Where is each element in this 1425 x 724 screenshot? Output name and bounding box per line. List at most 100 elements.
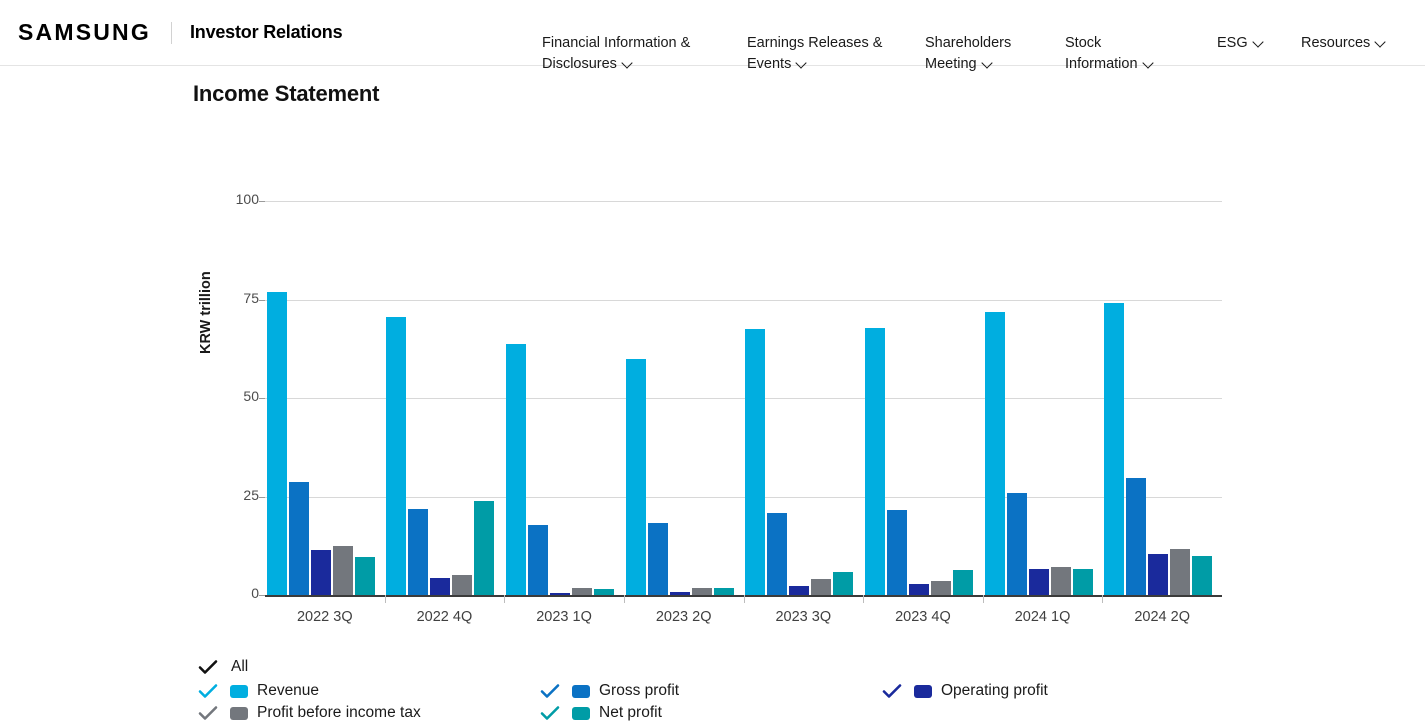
bar[interactable] <box>931 581 951 595</box>
x-tick-label: 2024 1Q <box>983 609 1103 625</box>
bar-group <box>985 201 1093 595</box>
legend-row: Revenue Gross profit Operating profit <box>198 680 1198 702</box>
x-tick-label: 2023 2Q <box>624 609 744 625</box>
x-tick-mark <box>385 595 386 603</box>
legend-label: Net profit <box>599 704 662 722</box>
bar[interactable] <box>474 501 494 595</box>
bar[interactable] <box>745 329 765 595</box>
brand[interactable]: SAMSUNG Investor Relations <box>18 19 342 46</box>
bar[interactable] <box>267 292 287 595</box>
plot-area <box>265 201 1222 595</box>
bar-group <box>745 201 853 595</box>
bar[interactable] <box>1192 556 1212 595</box>
legend-color-swatch <box>914 685 932 698</box>
x-tick-label: 2023 3Q <box>743 609 863 625</box>
bar[interactable] <box>333 546 353 595</box>
nav-label: Resources <box>1301 35 1370 51</box>
x-tick-mark <box>1102 595 1103 603</box>
bar[interactable] <box>1104 303 1124 595</box>
bar[interactable] <box>811 579 831 595</box>
bar[interactable] <box>452 575 472 595</box>
check-icon <box>198 659 218 675</box>
bar[interactable] <box>714 588 734 595</box>
bar[interactable] <box>430 578 450 595</box>
check-icon <box>882 683 902 699</box>
nav-item-resources[interactable]: Resources <box>1301 12 1421 54</box>
bar[interactable] <box>692 588 712 595</box>
x-tick-mark <box>504 595 505 603</box>
legend-item-profit-before-income-tax[interactable]: Profit before income tax <box>198 704 540 722</box>
bar[interactable] <box>985 312 1005 595</box>
bar[interactable] <box>1051 567 1071 595</box>
bar[interactable] <box>355 557 375 595</box>
bar[interactable] <box>386 317 406 595</box>
bar[interactable] <box>506 344 526 595</box>
y-tick-label: 50 <box>219 388 259 404</box>
bar-group <box>626 201 734 595</box>
bar[interactable] <box>953 570 973 595</box>
y-tick-label: 25 <box>219 487 259 503</box>
bar[interactable] <box>909 584 929 595</box>
chevron-down-icon <box>1375 38 1388 46</box>
bar-group <box>865 201 973 595</box>
legend-row: Profit before income tax Net profit <box>198 702 1198 724</box>
x-tick-label: 2022 3Q <box>265 609 385 625</box>
legend-item-net-profit[interactable]: Net profit <box>540 704 882 722</box>
bar[interactable] <box>865 328 885 595</box>
legend-label: Revenue <box>257 682 319 700</box>
legend-color-swatch <box>230 707 248 720</box>
bar[interactable] <box>767 513 787 595</box>
nav-label: ESG <box>1217 35 1248 51</box>
bar[interactable] <box>1007 493 1027 595</box>
bar[interactable] <box>408 509 428 595</box>
x-tick-label: 2022 4Q <box>384 609 504 625</box>
legend-label: Operating profit <box>941 682 1048 700</box>
bar-group <box>267 201 375 595</box>
bar[interactable] <box>1126 478 1146 595</box>
check-icon <box>540 683 560 699</box>
bar[interactable] <box>528 525 548 595</box>
y-tick-label: 100 <box>219 191 259 207</box>
nav-item-esg[interactable]: ESG <box>1217 12 1301 54</box>
site-header: SAMSUNG Investor Relations Financial Inf… <box>0 0 1425 66</box>
bar[interactable] <box>1073 569 1093 595</box>
x-tick-label: 2023 1Q <box>504 609 624 625</box>
legend-label: Profit before income tax <box>257 704 421 722</box>
legend-all-label: All <box>231 658 248 676</box>
bar[interactable] <box>648 523 668 595</box>
legend-series-rows: Revenue Gross profit Operating profit Profi… <box>198 680 1198 724</box>
legend-item-operating-profit[interactable]: Operating profit <box>882 682 1182 700</box>
y-tick-label: 75 <box>219 290 259 306</box>
samsung-logo: SAMSUNG <box>18 19 151 46</box>
check-icon <box>198 683 218 699</box>
check-icon <box>540 705 560 721</box>
x-tick-mark <box>744 595 745 603</box>
bar[interactable] <box>311 550 331 595</box>
x-tick-label: 2023 4Q <box>863 609 983 625</box>
bar[interactable] <box>789 586 809 595</box>
bar[interactable] <box>1029 569 1049 595</box>
bar-group <box>506 201 614 595</box>
y-tick-label: 0 <box>219 585 259 601</box>
chart-legend: All Revenue Gross profit Operating profit P… <box>198 654 1198 724</box>
bar[interactable] <box>887 510 907 595</box>
brand-divider <box>171 22 172 44</box>
bar[interactable] <box>572 588 592 595</box>
x-tick-mark <box>983 595 984 603</box>
legend-item-all[interactable]: All <box>198 654 1198 680</box>
bar[interactable] <box>626 359 646 595</box>
legend-item-gross-profit[interactable]: Gross profit <box>540 682 882 700</box>
x-tick-mark <box>863 595 864 603</box>
x-tick-mark <box>624 595 625 603</box>
legend-label: Gross profit <box>599 682 679 700</box>
bar[interactable] <box>833 572 853 595</box>
bar[interactable] <box>1148 554 1168 595</box>
investor-relations-label: Investor Relations <box>190 22 342 43</box>
bar[interactable] <box>1170 549 1190 595</box>
legend-color-swatch <box>230 685 248 698</box>
bar-group <box>1104 201 1212 595</box>
x-tick-label: 2024 2Q <box>1102 609 1222 625</box>
chevron-down-icon <box>1253 38 1266 46</box>
legend-item-revenue[interactable]: Revenue <box>198 682 540 700</box>
bar[interactable] <box>289 482 309 595</box>
